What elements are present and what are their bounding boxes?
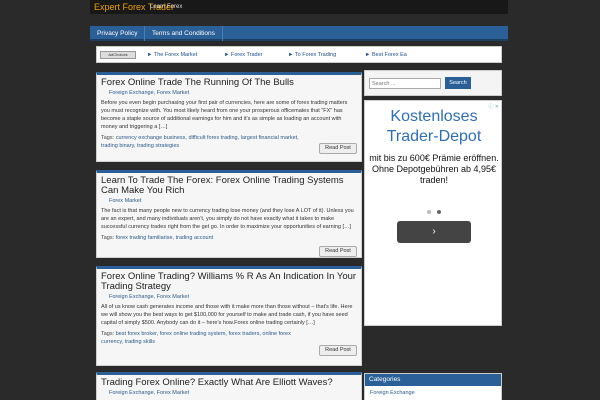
read-post-button[interactable]: Read Post	[319, 246, 357, 257]
read-post-button[interactable]: Read Post	[319, 345, 357, 356]
main-nav: Privacy Policy Terms and Conditions	[90, 26, 508, 41]
ad-link-strip: AdChoices ► The Forex Market ► Forex Tra…	[96, 46, 502, 63]
top-bar: Expert Forex Trader Learn Forex	[90, 0, 508, 14]
category-link[interactable]: Foreign Exchange	[365, 386, 501, 396]
post-tags: Tags: best forex broker, forex online tr…	[101, 331, 311, 346]
post-list: Forex Online Trade The Running Of The Bu…	[96, 70, 362, 400]
tag-links[interactable]: currency exchange business, difficult fo…	[101, 135, 299, 149]
post-excerpt: Before you even begin purchasing your fi…	[101, 100, 348, 130]
sidebar-ad[interactable]: ⓘ ✕ Kostenloses Trader-Depot mit bis zu …	[364, 100, 502, 326]
tag-links[interactable]: best forex broker, forex online trading …	[101, 331, 291, 345]
post-card: Forex Online Trading? Williams % R As An…	[96, 266, 362, 366]
tag-links[interactable]: forex trading familiarise, trading accou…	[116, 235, 214, 241]
post-categories[interactable]: Foreign Exchange, Forex Market	[109, 90, 357, 96]
ad-link-to-forex-trading[interactable]: ► To Forex Trading	[288, 52, 336, 58]
post-categories[interactable]: Foreign Exchange, Forex Market	[109, 390, 357, 396]
ad-next-button[interactable]: ›	[397, 221, 471, 243]
post-card: Learn To Trade The Forex: Forex Online T…	[96, 170, 362, 258]
post-title[interactable]: Learn To Trade The Forex: Forex Online T…	[101, 175, 344, 196]
search-button[interactable]: Search	[445, 77, 471, 89]
carousel-dot-active[interactable]	[436, 210, 441, 214]
tags-label: Tags:	[101, 135, 115, 141]
chevron-right-icon: ›	[432, 226, 436, 237]
post-title[interactable]: Trading Forex Online? Exactly What Are E…	[101, 377, 333, 388]
site-tagline: Learn Forex	[150, 4, 183, 10]
sidebar: Search ⓘ ✕ Kostenloses Trader-Depot mit …	[364, 70, 502, 400]
post-title[interactable]: Forex Online Trading? Williams % R As An…	[101, 271, 356, 292]
carousel-dot[interactable]	[427, 210, 431, 214]
categories-widget: Categories Foreign Exchange	[364, 373, 502, 400]
categories-heading: Categories	[365, 374, 501, 386]
tags-label: Tags:	[101, 235, 115, 241]
post-card: Trading Forex Online? Exactly What Are E…	[96, 372, 362, 400]
ad-link-best-forex-ea[interactable]: ► Best Forex Ea	[365, 52, 407, 58]
search-widget: Search	[364, 70, 502, 96]
post-tags: Tags: forex trading familiarise, trading…	[101, 235, 311, 243]
ad-headline[interactable]: Kostenloses Trader-Depot	[365, 107, 503, 147]
tags-label: Tags:	[101, 331, 115, 337]
ad-body-text: mit bis zu 600€ Prämie eröffnen. Ohne De…	[369, 153, 499, 185]
nav-terms-and-conditions[interactable]: Terms and Conditions	[145, 26, 223, 41]
read-post-button[interactable]: Read Post	[319, 143, 357, 154]
post-categories[interactable]: Foreign Exchange, Forex Market	[109, 294, 357, 300]
ad-link-forex-trader[interactable]: ► Forex Trader	[224, 52, 262, 58]
search-input[interactable]	[369, 78, 441, 89]
adchoices-badge[interactable]: AdChoices	[100, 51, 136, 59]
ad-carousel-dots	[425, 209, 443, 216]
post-categories[interactable]: Forex Market	[109, 198, 357, 204]
post-excerpt: The fact is that many people new to curr…	[101, 208, 354, 230]
post-excerpt: All of us know cash generates income and…	[101, 304, 353, 326]
post-title[interactable]: Forex Online Trade The Running Of The Bu…	[101, 77, 294, 88]
post-tags: Tags: currency exchange business, diffic…	[101, 135, 311, 150]
nav-privacy-policy[interactable]: Privacy Policy	[90, 26, 146, 41]
ad-link-forex-market[interactable]: ► The Forex Market	[147, 52, 197, 58]
post-card: Forex Online Trade The Running Of The Bu…	[96, 72, 362, 162]
